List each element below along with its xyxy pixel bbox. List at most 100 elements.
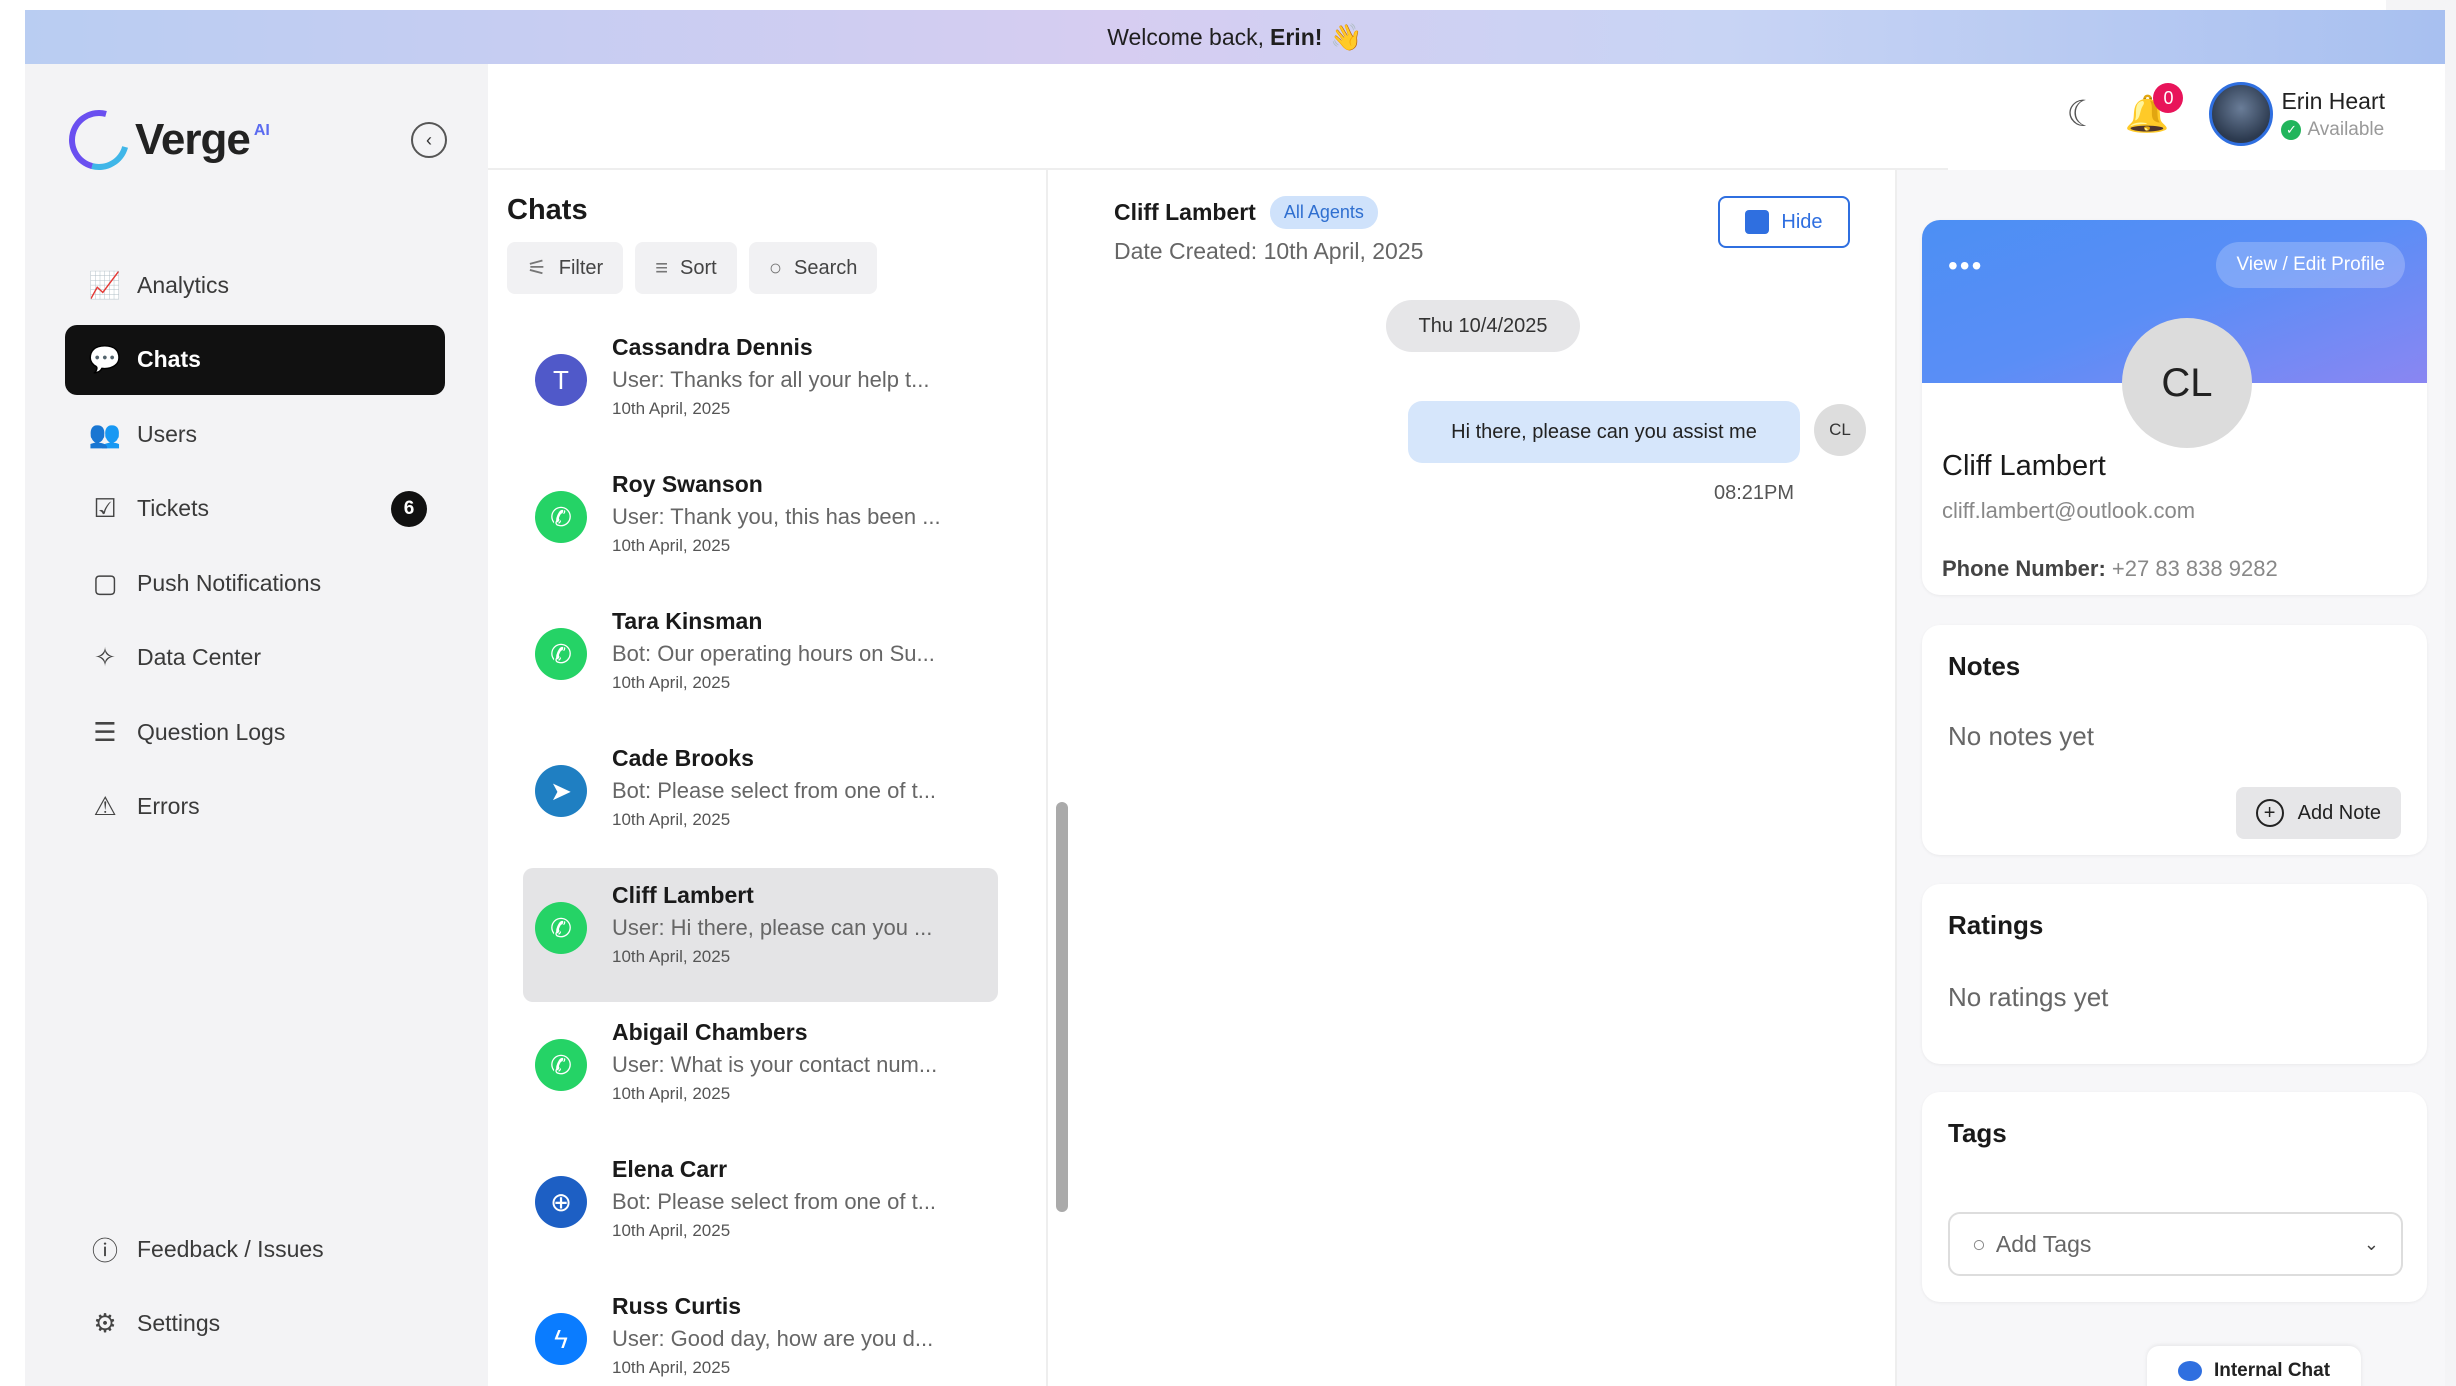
search-icon: ○ [1972, 1230, 1986, 1257]
sidebar-item-label: Push Notifications [137, 569, 322, 596]
chat-preview: User: What is your contact num... [612, 1052, 938, 1077]
banner-user-name: Erin! [1270, 23, 1323, 50]
whatsapp-icon: ✆ [535, 1039, 587, 1091]
chat-date: 10th April, 2025 [612, 947, 731, 966]
sidebar: Verge AI ‹ 📈 Analytics 💬 Chats 👥 Users ☑… [25, 64, 488, 1386]
sidebar-item-label: Chats [137, 346, 201, 372]
list-item[interactable]: T Cassandra Dennis User: Thanks for all … [523, 320, 998, 454]
avatar[interactable] [2209, 82, 2274, 146]
sidebar-item-tickets[interactable]: ☑ Tickets 6 [65, 474, 445, 544]
view-edit-profile-button[interactable]: View / Edit Profile [2216, 242, 2405, 288]
sidebar-item-analytics[interactable]: 📈 Analytics [65, 250, 445, 320]
sidebar-item-label: Data Center [137, 644, 262, 670]
agents-badge[interactable]: All Agents [1269, 196, 1378, 229]
chat-name: Russ Curtis [612, 1293, 742, 1319]
info-icon: ⓘ [91, 1235, 118, 1266]
chat-name: Cade Brooks [612, 745, 754, 771]
ticket-icon: ☑ [93, 493, 117, 523]
internal-chat-button[interactable]: Internal Chat [2147, 1346, 2361, 1386]
sidebar-item-settings[interactable]: ⚙ Settings [65, 1289, 445, 1359]
list-item[interactable]: ✆ Tara Kinsman Bot: Our operating hours … [523, 594, 998, 728]
list-item[interactable]: ✆ Abigail Chambers User: What is your co… [523, 1005, 998, 1139]
logo-badge: AI [253, 122, 270, 139]
chat-preview: User: Thank you, this has been ... [612, 504, 941, 529]
sidebar-item-push-notifications[interactable]: ▢ Push Notifications [65, 548, 445, 618]
app-window: Welcome back, Erin! 👋 Verge AI ‹ 📈 Analy… [25, 10, 2445, 1386]
sidebar-item-label: Errors [137, 793, 200, 819]
sidebar-item-errors[interactable]: ⚠ Errors [65, 772, 445, 842]
wave-emoji-icon: 👋 [1330, 21, 1363, 52]
tags-input[interactable]: ○ Add Tags ⌄ [1948, 1212, 2403, 1276]
chat-name: Elena Carr [612, 1156, 728, 1182]
chat-list-title: Chats [507, 194, 588, 226]
list-item[interactable]: ✆ Cliff Lambert User: Hi there, please c… [523, 868, 998, 1002]
list-item[interactable]: ϟ Russ Curtis User: Good day, how are yo… [523, 1279, 998, 1386]
add-note-button[interactable]: + Add Note [2235, 787, 2401, 839]
chat-list-panel: Chats ⚟ Filter ≡ Sort ○ Search T Cassand… [488, 170, 1048, 1386]
logo-mark-icon [58, 99, 140, 181]
chat-date: 10th April, 2025 [612, 810, 731, 829]
bell-icon[interactable]: 🔔 0 [2125, 83, 2184, 135]
hide-button[interactable]: Hide [1718, 196, 1850, 248]
list-item[interactable]: ✆ Roy Swanson User: Thank you, this has … [523, 457, 998, 591]
more-options-icon[interactable]: ••• [1948, 250, 1983, 282]
whatsapp-icon: ✆ [535, 902, 587, 954]
ratings-card: Ratings No ratings yet [1922, 884, 2427, 1064]
notes-title: Notes [1948, 651, 2021, 681]
chat-icon [2177, 1361, 2202, 1381]
sidebar-item-label: Tickets [137, 495, 209, 521]
sort-icon: ≡ [655, 255, 669, 280]
teams-icon: T [535, 354, 587, 406]
chat-bubble-icon: 💬 [88, 344, 122, 374]
ratings-empty: No ratings yet [1948, 982, 2109, 1012]
phone-label: Phone Number: [1942, 556, 2106, 581]
filter-label: Filter [558, 256, 604, 279]
whatsapp-icon: ✆ [535, 491, 587, 543]
notes-card: Notes No notes yet + Add Note [1922, 625, 2427, 855]
filter-button[interactable]: ⚟ Filter [507, 242, 624, 294]
sidebar-item-users[interactable]: 👥 Users [65, 399, 445, 469]
phone-value: +27 83 838 9282 [2111, 556, 2278, 581]
user-name: Erin Heart [2281, 87, 2385, 114]
logo[interactable]: Verge AI [58, 99, 270, 181]
sidebar-nav: 📈 Analytics 💬 Chats 👥 Users ☑ Tickets 6 … [65, 250, 445, 846]
sidebar-item-question-logs[interactable]: ☰ Question Logs [65, 697, 445, 767]
search-button[interactable]: ○ Search [748, 242, 878, 294]
internal-chat-label: Internal Chat [2213, 1360, 2331, 1381]
chat-preview: Bot: Please select from one of t... [612, 1189, 937, 1214]
sidebar-toggle-icon [1745, 210, 1770, 234]
collapse-sidebar-button[interactable]: ‹ [411, 122, 447, 158]
moon-icon[interactable]: ☾ [2066, 93, 2098, 135]
sidebar-item-feedback[interactable]: ⓘ Feedback / Issues [65, 1214, 445, 1284]
list-item[interactable]: ⊕ Elena Carr Bot: Please select from one… [523, 1142, 998, 1276]
user-status: ✓ Available [2281, 119, 2385, 141]
message-time: 08:21PM [1714, 482, 1795, 504]
chat-date: 10th April, 2025 [612, 1358, 731, 1377]
chat-name: Cassandra Dennis [612, 334, 813, 360]
sidebar-item-data-center[interactable]: ✧ Data Center [65, 623, 445, 693]
sidebar-item-label: Analytics [137, 271, 230, 298]
add-note-label: Add Note [2297, 801, 2381, 824]
sort-label: Sort [680, 256, 717, 279]
search-icon: ○ [768, 255, 783, 280]
chat-list: T Cassandra Dennis User: Thanks for all … [523, 320, 998, 1386]
message-bubble: Hi there, please can you assist me [1408, 401, 1800, 463]
chat-preview: User: Hi there, please can you ... [612, 915, 933, 940]
user-info[interactable]: Erin Heart ✓ Available [2281, 88, 2385, 141]
sidebar-item-chats[interactable]: 💬 Chats [65, 324, 445, 395]
whatsapp-icon: ✆ [535, 628, 587, 680]
list-item[interactable]: ➤ Cade Brooks Bot: Please select from on… [523, 731, 998, 865]
day-divider: Thu 10/4/2025 [1386, 300, 1580, 352]
profile-email: cliff.lambert@outlook.com [1942, 498, 2196, 523]
sidebar-bottom-nav: ⓘ Feedback / Issues ⚙ Settings [65, 1214, 445, 1363]
profile-card: ••• View / Edit Profile CL Cliff Lambert… [1922, 220, 2427, 595]
conversation-date-created: Date Created: 10th April, 2025 [1114, 238, 1424, 264]
sort-button[interactable]: ≡ Sort [635, 242, 737, 294]
chat-date: 10th April, 2025 [612, 399, 731, 418]
chat-date: 10th April, 2025 [612, 1221, 731, 1240]
tags-card: Tags ○ Add Tags ⌄ [1922, 1092, 2427, 1302]
chevron-down-icon: ⌄ [2363, 1233, 2379, 1254]
sidebar-item-label: Feedback / Issues [137, 1235, 324, 1262]
conversation-panel: Cliff Lambert All Agents Date Created: 1… [1050, 170, 1895, 1386]
warning-icon: ⚠ [93, 791, 117, 821]
